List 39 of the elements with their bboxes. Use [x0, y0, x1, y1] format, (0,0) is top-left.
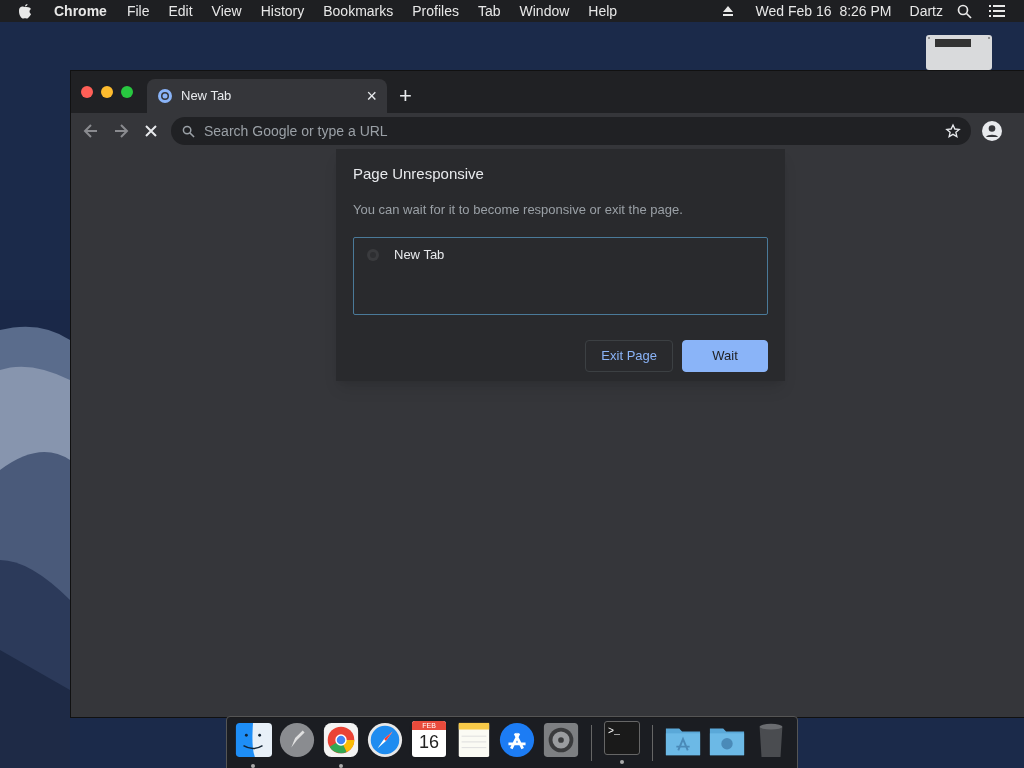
dialog-title: Page Unresponsive [353, 164, 485, 184]
page-list[interactable]: New Tab [353, 237, 768, 315]
star-icon[interactable] [945, 123, 961, 139]
address-bar[interactable]: Search Google or type a URL [171, 117, 971, 145]
chrome-tab-icon [157, 88, 173, 104]
menu-item[interactable]: History [260, 0, 305, 22]
zoom-window-button[interactable] [121, 86, 133, 98]
menu-item[interactable]: Help [588, 0, 618, 22]
minimize-window-button[interactable] [101, 86, 113, 98]
finder-icon[interactable] [234, 721, 272, 759]
apple-logo-icon[interactable] [18, 3, 32, 19]
menu-icon[interactable] [988, 4, 1006, 18]
disk-drive-icon[interactable] [925, 34, 993, 70]
clock[interactable]: Wed Feb 16 8:26 PM [755, 0, 892, 22]
app-menu[interactable]: Chrome [54, 0, 107, 22]
profile-icon[interactable] [981, 120, 1003, 142]
menu-item[interactable]: Tab [477, 0, 501, 22]
menu-item[interactable]: Edit [168, 0, 193, 22]
eject-icon[interactable] [721, 5, 734, 17]
app-store-icon[interactable] [498, 721, 536, 759]
tab[interactable]: New Tab × [147, 79, 387, 113]
compass-icon[interactable] [366, 721, 404, 759]
close-tab-button[interactable]: × [366, 87, 377, 105]
new-tab-button[interactable]: + [399, 85, 412, 107]
exit-page-button[interactable]: Exit Page [585, 340, 673, 372]
dialog-message: You can wait for it to become responsive or exit the page. [353, 200, 684, 219]
menu-item[interactable]: View [211, 0, 242, 22]
menu-item[interactable]: Profiles [412, 0, 459, 22]
page-list-item[interactable]: New Tab [394, 245, 445, 265]
wait-button[interactable]: Wait [682, 340, 768, 372]
menu-item[interactable]: File [126, 0, 150, 22]
menu-item[interactable]: Window [519, 0, 570, 22]
menu-item[interactable]: Bookmarks [323, 0, 394, 22]
chrome-icon[interactable] [322, 721, 360, 759]
search-icon[interactable] [957, 3, 972, 19]
terminal-icon[interactable]: >_ [604, 721, 640, 755]
search-icon [182, 125, 195, 138]
close-window-button[interactable] [81, 86, 93, 98]
user-name[interactable]: Dartz [909, 0, 943, 22]
